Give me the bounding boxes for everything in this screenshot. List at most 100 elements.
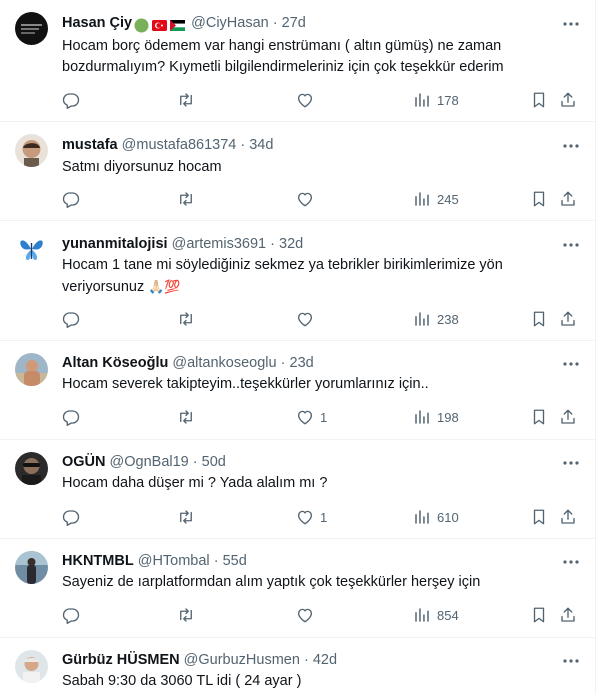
share-button[interactable] xyxy=(559,90,577,110)
timestamp[interactable]: 23d xyxy=(290,355,314,371)
more-button[interactable] xyxy=(560,15,582,33)
user-handle[interactable]: @altankoseoglu xyxy=(172,355,276,371)
bookmark-button[interactable] xyxy=(530,407,548,427)
share-button[interactable] xyxy=(559,309,577,329)
display-name[interactable]: Hasan Çiy xyxy=(62,15,132,31)
tweet-text-line: Hocam severek takipteyim..teşekkürler yo… xyxy=(62,376,429,392)
avatar[interactable] xyxy=(15,551,48,584)
views-button[interactable]: 238 xyxy=(413,309,459,329)
separator: · xyxy=(272,15,278,31)
tweet-header: OGÜN @OgnBal19 · 50d xyxy=(62,452,556,472)
tweet-text-line: bozdurmalıyım? Kıymetli bilgilendirmeler… xyxy=(62,59,504,75)
bookmark-button[interactable] xyxy=(530,189,548,209)
avatar[interactable] xyxy=(15,233,48,266)
like-button[interactable] xyxy=(296,605,320,625)
user-handle[interactable]: @HTombal xyxy=(138,553,210,569)
avatar[interactable] xyxy=(15,134,48,167)
retweet-button[interactable] xyxy=(177,407,195,427)
share-button[interactable] xyxy=(559,605,577,625)
timestamp[interactable]: 32d xyxy=(279,236,303,252)
tweet[interactable]: mustafa @mustafa861374 · 34d Satmı diyor… xyxy=(0,122,595,221)
tweet[interactable]: Gürbüz HÜSMEN @GurbuzHusmen · 42d Sabah … xyxy=(0,638,595,694)
separator: · xyxy=(213,553,219,569)
display-name[interactable]: HKNTMBL xyxy=(62,553,134,569)
tweet[interactable]: yunanmitalojisi @artemis3691 · 32d Hocam… xyxy=(0,221,595,341)
display-name[interactable]: OGÜN xyxy=(62,454,106,470)
tweet-header: yunanmitalojisi @artemis3691 · 32d xyxy=(62,234,556,254)
reply-button[interactable] xyxy=(62,507,80,527)
more-button[interactable] xyxy=(560,137,582,155)
separator: · xyxy=(280,355,286,371)
tweet-text-line: Hocam 1 tane mi söylediğiniz sekmez ya t… xyxy=(62,257,503,273)
tweet[interactable]: Altan Köseoğlu @altankoseoglu · 23d Hoca… xyxy=(0,341,595,440)
user-handle[interactable]: @OgnBal19 xyxy=(110,454,189,470)
like-icon xyxy=(297,192,313,207)
palestine-flag-icon xyxy=(170,18,186,33)
retweet-button[interactable] xyxy=(177,90,195,110)
tweet[interactable]: Hasan Çiy @CiyHasan · 27d Hocam borç öde… xyxy=(0,0,595,122)
reply-button[interactable] xyxy=(62,605,80,625)
avatar[interactable] xyxy=(15,650,48,683)
avatar[interactable] xyxy=(15,452,48,485)
user-handle[interactable]: @mustafa861374 xyxy=(122,137,237,153)
timestamp[interactable]: 42d xyxy=(313,652,337,668)
timestamp[interactable]: 50d xyxy=(202,454,226,470)
reply-feed: Hasan Çiy @CiyHasan · 27d Hocam borç öde… xyxy=(0,0,596,694)
display-name[interactable]: Altan Köseoğlu xyxy=(62,355,168,371)
more-button[interactable] xyxy=(560,454,582,472)
retweet-button[interactable] xyxy=(177,189,195,209)
bookmark-button[interactable] xyxy=(530,90,548,110)
display-name[interactable]: mustafa xyxy=(62,137,118,153)
more-button[interactable] xyxy=(560,652,582,670)
tweet-header: Hasan Çiy @CiyHasan · 27d xyxy=(62,13,556,33)
views-button[interactable]: 245 xyxy=(413,189,459,209)
bookmark-button[interactable] xyxy=(530,605,548,625)
timestamp[interactable]: 34d xyxy=(249,137,273,153)
user-handle[interactable]: @artemis3691 xyxy=(172,236,267,252)
tweet[interactable]: OGÜN @OgnBal19 · 50d Hocam daha düşer mi… xyxy=(0,440,595,539)
like-button[interactable] xyxy=(296,309,320,329)
like-button[interactable]: 1 xyxy=(296,407,327,427)
tweet-header: Gürbüz HÜSMEN @GurbuzHusmen · 42d xyxy=(62,650,556,670)
timestamp[interactable]: 55d xyxy=(223,553,247,569)
retweet-button[interactable] xyxy=(177,605,195,625)
like-button[interactable]: 1 xyxy=(296,507,327,527)
more-button[interactable] xyxy=(560,355,582,373)
user-handle[interactable]: @GurbuzHusmen xyxy=(184,652,300,668)
views-button[interactable]: 854 xyxy=(413,605,459,625)
like-button[interactable] xyxy=(296,189,320,209)
views-button[interactable]: 198 xyxy=(413,407,459,427)
retweet-button[interactable] xyxy=(177,507,195,527)
reply-button[interactable] xyxy=(62,90,80,110)
tweet-text: Hocam daha düşer mi ? Yada alalım mı ? xyxy=(62,473,574,494)
share-button[interactable] xyxy=(559,507,577,527)
views-icon xyxy=(415,510,429,524)
more-button[interactable] xyxy=(560,236,582,254)
share-button[interactable] xyxy=(559,189,577,209)
tweet-text-line: Satmı diyorsunuz hocam xyxy=(62,159,222,175)
view-count: 245 xyxy=(437,191,459,207)
reply-button[interactable] xyxy=(62,309,80,329)
display-name[interactable]: Gürbüz HÜSMEN xyxy=(62,652,180,668)
more-button[interactable] xyxy=(560,553,582,571)
reply-icon xyxy=(62,510,80,526)
display-name[interactable]: yunanmitalojisi xyxy=(62,236,168,252)
bookmark-icon xyxy=(533,409,545,425)
share-button[interactable] xyxy=(559,407,577,427)
views-button[interactable]: 610 xyxy=(413,507,459,527)
views-button[interactable]: 178 xyxy=(413,90,459,110)
retweet-icon xyxy=(180,608,192,622)
retweet-button[interactable] xyxy=(177,309,195,329)
like-button[interactable] xyxy=(296,90,320,110)
user-handle[interactable]: @CiyHasan xyxy=(191,15,269,31)
avatar[interactable] xyxy=(15,353,48,386)
tweet[interactable]: HKNTMBL @HTombal · 55d Sayeniz de ıarpla… xyxy=(0,539,595,638)
tweet-header: HKNTMBL @HTombal · 55d xyxy=(62,551,556,571)
timestamp[interactable]: 27d xyxy=(282,15,306,31)
tweet-header: mustafa @mustafa861374 · 34d xyxy=(62,135,556,155)
bookmark-button[interactable] xyxy=(530,309,548,329)
reply-button[interactable] xyxy=(62,407,80,427)
avatar[interactable] xyxy=(15,12,48,45)
reply-button[interactable] xyxy=(62,189,80,209)
bookmark-button[interactable] xyxy=(530,507,548,527)
